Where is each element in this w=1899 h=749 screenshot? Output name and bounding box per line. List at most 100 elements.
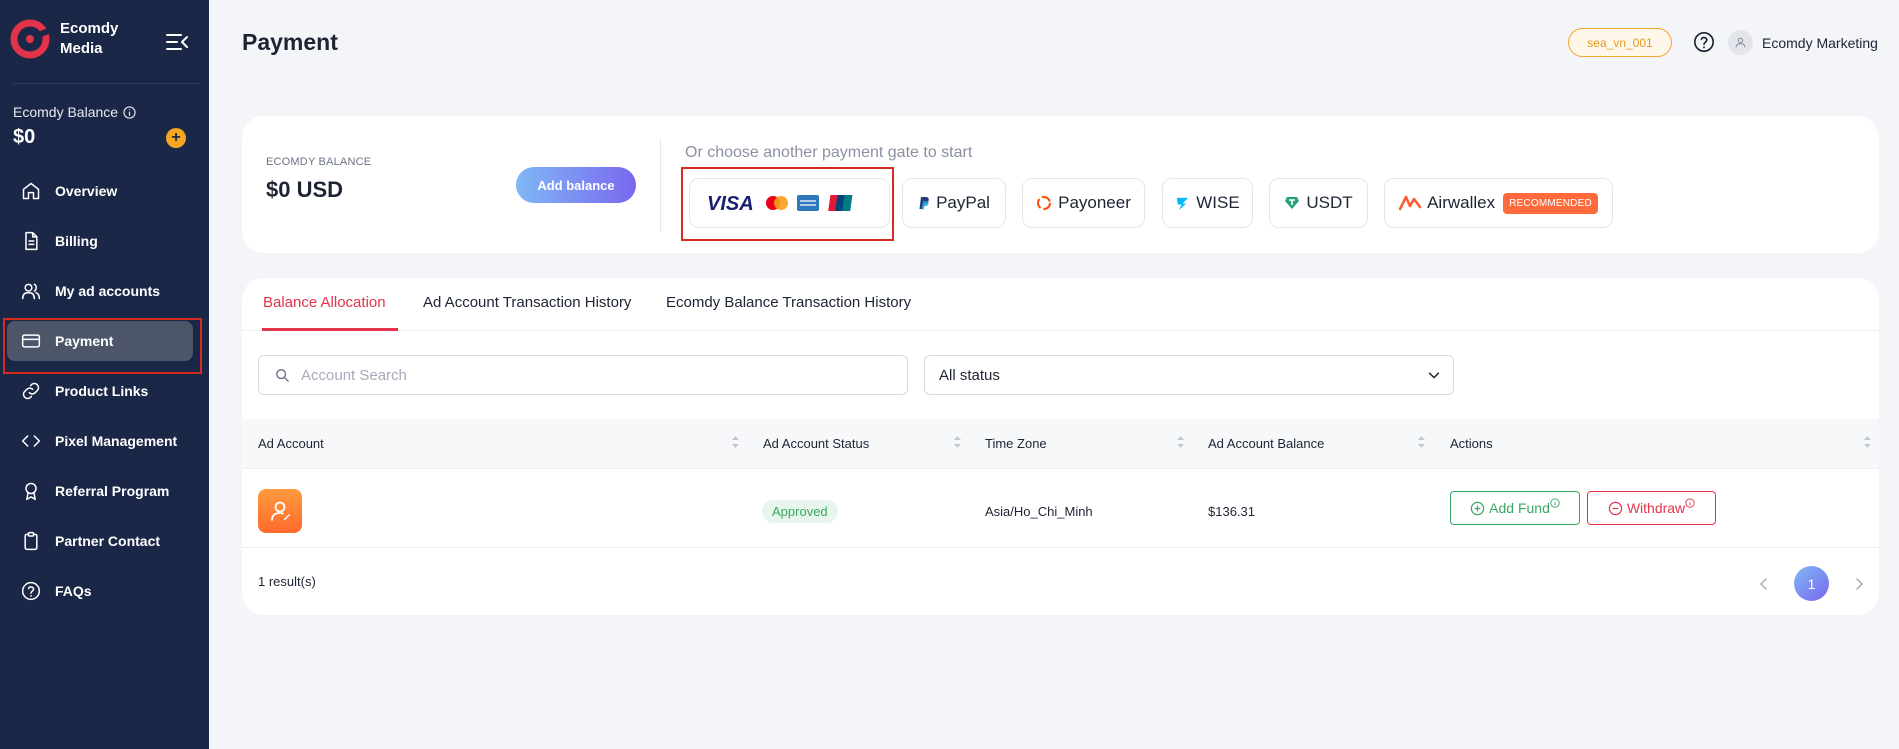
add-fund-label: Add Fund — [1489, 500, 1550, 516]
sidebar-item-label: Pixel Management — [55, 433, 178, 449]
page-button-current[interactable]: 1 — [1794, 566, 1829, 601]
payoneer-icon — [1037, 196, 1052, 210]
status-filter-select[interactable]: All status — [924, 355, 1454, 395]
sidebar-item-billing[interactable]: Billing — [0, 221, 209, 261]
recommended-badge: RECOMMENDED — [1503, 192, 1598, 214]
sidebar-nav: Overview Billing My ad accounts Payment … — [0, 171, 209, 621]
tab-balance-allocation[interactable]: Balance Allocation — [263, 294, 386, 311]
sort-icon[interactable] — [1176, 435, 1185, 449]
gate-usdt[interactable]: USDT — [1269, 178, 1368, 228]
allocation-card: Balance Allocation Ad Account Transactio… — [242, 278, 1879, 615]
gate-paypal[interactable]: PayPal — [902, 178, 1006, 228]
minus-circle-icon — [1608, 501, 1623, 515]
gate-label: USDT — [1306, 193, 1353, 212]
add-fund-button[interactable]: Add Fund — [1450, 491, 1580, 525]
sidebar-item-pixel-management[interactable]: Pixel Management — [0, 421, 209, 461]
tab-ecomdy-balance-transaction-history[interactable]: Ecomdy Balance Transaction History — [666, 294, 911, 311]
gate-wise[interactable]: WISE — [1162, 178, 1253, 228]
tab-bar: Balance Allocation Ad Account Transactio… — [242, 278, 1879, 331]
airwallex-icon — [1399, 195, 1422, 211]
ecomdy-logo-icon — [10, 19, 50, 59]
sidebar-balance-value: $0 — [13, 126, 36, 148]
sidebar-item-my-ad-accounts[interactable]: My ad accounts — [0, 271, 209, 311]
sort-icon[interactable] — [953, 435, 962, 449]
gate-label: PayPal — [936, 193, 990, 212]
info-icon[interactable] — [123, 105, 136, 119]
paypal-icon — [919, 197, 929, 210]
sort-icon[interactable] — [1417, 435, 1426, 449]
ad-account-avatar — [258, 489, 302, 533]
sidebar-item-overview[interactable]: Overview — [0, 171, 209, 211]
collapse-menu-icon[interactable] — [166, 32, 188, 52]
withdraw-button[interactable]: Withdraw — [1587, 491, 1716, 525]
column-header-balance: Ad Account Balance — [1208, 436, 1325, 451]
table-row: Approved Asia/Ho_Chi_Minh $136.31 Add Fu… — [242, 469, 1879, 548]
add-balance-plus-icon[interactable]: + — [166, 128, 186, 148]
status-filter-value: All status — [939, 366, 1000, 384]
gate-label: WISE — [1196, 193, 1240, 212]
sort-icon[interactable] — [1863, 435, 1872, 449]
chevron-right-icon — [1856, 577, 1864, 590]
sidebar-item-label: Overview — [55, 183, 118, 199]
account-balance-value: $136.31 — [1208, 504, 1255, 519]
sidebar-divider — [13, 83, 200, 84]
sidebar-item-referral-program[interactable]: Referral Program — [0, 471, 209, 511]
info-icon — [1550, 498, 1560, 508]
link-icon — [22, 382, 40, 400]
user-name: Ecomdy Marketing — [1762, 34, 1878, 51]
ecomdy-balance-value: $0 USD — [266, 177, 344, 202]
avatar — [1728, 30, 1753, 55]
account-search[interactable] — [258, 355, 908, 395]
sidebar: Ecomdy Media Ecomdy Balance $0 + Overvie… — [0, 0, 209, 749]
status-badge: Approved — [762, 500, 838, 523]
clipboard-icon — [24, 531, 38, 551]
info-icon — [1685, 498, 1695, 508]
sidebar-item-label: Product Links — [55, 383, 149, 399]
balance-card: ECOMDY BALANCE $0 USD Add balance Or cho… — [242, 116, 1879, 253]
sidebar-balance-label-text: Ecomdy Balance — [13, 104, 119, 120]
plus-circle-icon — [1470, 501, 1485, 515]
prev-page-button[interactable] — [1754, 574, 1774, 594]
next-page-button[interactable] — [1849, 574, 1869, 594]
sidebar-item-label: Billing — [55, 233, 98, 249]
search-input[interactable] — [301, 366, 861, 384]
add-balance-button[interactable]: Add balance — [516, 167, 636, 203]
payment-gate-title: Or choose another payment gate to start — [685, 144, 973, 161]
sort-icon[interactable] — [731, 435, 740, 449]
brand-name-line2: Media — [60, 40, 103, 57]
sidebar-item-partner-contact[interactable]: Partner Contact — [0, 521, 209, 561]
sidebar-item-label: Referral Program — [55, 483, 170, 499]
active-tab-underline — [262, 328, 398, 331]
column-header-ad-account: Ad Account — [258, 436, 324, 451]
gate-payoneer[interactable]: Payoneer — [1022, 178, 1145, 228]
help-circle-icon — [21, 581, 41, 601]
vertical-divider — [660, 138, 661, 232]
gate-airwallex[interactable]: Airwallex RECOMMENDED — [1384, 178, 1613, 228]
user-menu[interactable]: Ecomdy Marketing — [1728, 30, 1878, 55]
table-header: Ad Account Ad Account Status Time Zone A… — [242, 419, 1879, 469]
chevron-down-icon — [1428, 372, 1440, 379]
user-icon — [271, 501, 290, 521]
users-icon — [21, 283, 41, 300]
column-header-actions: Actions — [1450, 436, 1493, 451]
page-title: Payment — [242, 29, 338, 55]
brand-name: Ecomdy Media — [60, 19, 118, 59]
sidebar-balance-label: Ecomdy Balance — [13, 104, 136, 120]
sidebar-item-label: FAQs — [55, 583, 92, 599]
chevron-left-icon — [1759, 577, 1767, 590]
ecomdy-balance-label: ECOMDY BALANCE — [266, 156, 372, 168]
help-icon[interactable] — [1693, 31, 1715, 53]
user-icon — [1735, 37, 1746, 48]
brand-logo[interactable]: Ecomdy Media — [10, 19, 118, 59]
column-header-time-zone: Time Zone — [985, 436, 1047, 451]
credit-card-icon — [21, 334, 41, 348]
sidebar-item-product-links[interactable]: Product Links — [0, 371, 209, 411]
sidebar-item-label: My ad accounts — [55, 283, 161, 299]
tab-ad-account-transaction-history[interactable]: Ad Account Transaction History — [423, 294, 631, 311]
results-count: 1 result(s) — [258, 574, 316, 589]
sidebar-item-label: Payment — [55, 333, 114, 349]
document-icon — [25, 231, 38, 251]
code-icon — [21, 435, 41, 447]
sidebar-item-faqs[interactable]: FAQs — [0, 571, 209, 611]
account-id-badge[interactable]: sea_vn_001 — [1568, 28, 1672, 57]
